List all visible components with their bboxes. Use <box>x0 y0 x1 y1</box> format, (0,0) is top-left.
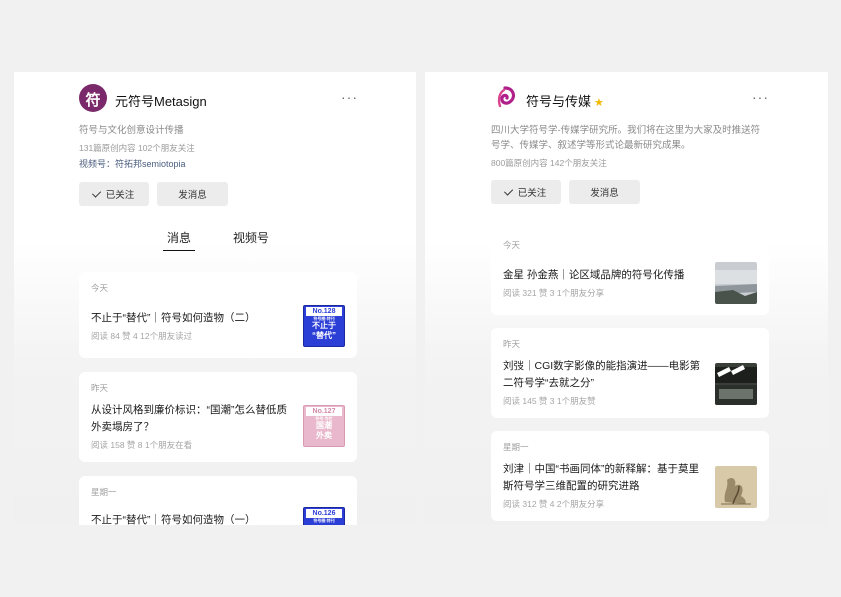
account-avatar[interactable]: 符 <box>79 84 107 112</box>
article-meta: 阅读 84 赞 4 12个朋友读过 <box>91 331 193 341</box>
message-label: 发消息 <box>590 188 619 199</box>
issue-number: No.128 <box>306 307 342 316</box>
follow-button[interactable]: 已关注 <box>491 180 561 204</box>
article-title: 不止于“替代”｜符号如何造物（一） <box>91 514 256 525</box>
account-stats: 131篇原创内容 102个朋友关注 <box>79 143 195 153</box>
thumbnail-line-2: “替代” <box>312 331 336 340</box>
article-text: 刘弢｜CGI数字影像的能指演进——电影第二符号学“去就之分” 阅读 145 赞 … <box>503 358 708 407</box>
date-label: 星期一 <box>503 442 529 452</box>
thumbnail-line-2: 外卖 <box>316 431 332 440</box>
thumbnail-line-1: 不止于 <box>312 321 336 330</box>
follow-label: 已关注 <box>105 190 135 201</box>
article-card[interactable]: 昨天 从设计风格到廉价标识：“国潮”怎么替低质外卖塌房了？ 阅读 158 赞 8… <box>79 372 357 462</box>
issue-subtitle: 符号圈·特刊 <box>313 316 335 321</box>
avatar-glyph: 符 <box>85 92 101 109</box>
issue-number: No.127 <box>306 407 342 416</box>
message-button[interactable]: 发消息 <box>569 180 640 204</box>
follow-label: 已关注 <box>517 188 547 199</box>
article-meta: 阅读 158 赞 8 1个朋友在看 <box>91 440 193 450</box>
account-name: 符号与传媒 ★ <box>526 91 604 110</box>
date-label: 星期一 <box>91 487 117 497</box>
account-stats: 800篇原创内容 142个朋友关注 <box>491 158 607 168</box>
account-avatar[interactable] <box>491 84 519 112</box>
article-thumbnail <box>715 466 757 508</box>
article-title: 金星 孙金燕｜论区域品牌的符号化传播 <box>503 269 685 281</box>
article-meta: 阅读 312 赞 4 2个朋友分享 <box>503 499 605 509</box>
swirl-logo-icon <box>497 86 516 108</box>
article-title: 刘津｜中国“书画同体”的新释解：基于莫里斯符号学三维配置的研究进路 <box>503 463 699 492</box>
article-meta: 阅读 321 赞 3 1个朋友分享 <box>503 288 605 298</box>
account-panel-metasign: 符 元符号Metasign ··· 符号与文化创意设计传播 131篇原创内容 1… <box>14 72 416 525</box>
article-text: 不止于“替代”｜符号如何造物（一） <box>91 512 296 525</box>
article-card[interactable]: 星期一 不止于“替代”｜符号如何造物（一） No.126 符号圈·特刊 <box>79 476 357 525</box>
article-thumbnail <box>715 363 757 405</box>
check-icon <box>503 185 513 196</box>
account-description: 四川大学符号学-传媒学研究所。我们将在这里为大家及时推送符号学、传媒学、叙述学等… <box>491 125 761 151</box>
date-label: 今天 <box>503 240 521 250</box>
issue-subtitle: 符号圈·特刊 <box>313 518 335 523</box>
message-label: 发消息 <box>178 190 207 201</box>
article-title: 从设计风格到廉价标识：“国潮”怎么替低质外卖塌房了？ <box>91 404 287 433</box>
thumbnail-line-1: 国潮 <box>316 421 332 430</box>
issue-subtitle: 符号·专栏 <box>315 416 333 421</box>
article-text: 刘津｜中国“书画同体”的新释解：基于莫里斯符号学三维配置的研究进路 阅读 312… <box>503 461 708 510</box>
article-card[interactable]: 星期一 刘津｜中国“书画同体”的新释解：基于莫里斯符号学三维配置的研究进路 阅读… <box>491 431 769 521</box>
article-thumbnail: No.128 符号圈·特刊 不止于 “替代” <box>303 305 345 347</box>
article-meta: 阅读 145 赞 3 1个朋友赞 <box>503 396 596 406</box>
article-thumbnail: No.127 符号·专栏 国潮 外卖 <box>303 405 345 447</box>
article-text: 金星 孙金燕｜论区域品牌的符号化传播 阅读 321 赞 3 1个朋友分享 <box>503 267 708 299</box>
star-icon: ★ <box>594 97 604 109</box>
article-card[interactable]: 今天 不止于“替代”｜符号如何造物（二） 阅读 84 赞 4 12个朋友读过 N… <box>79 272 357 358</box>
article-text: 不止于“替代”｜符号如何造物（二） 阅读 84 赞 4 12个朋友读过 <box>91 310 296 342</box>
video-channel-link[interactable]: 视频号：符拓邦semiotopia <box>79 157 186 170</box>
date-label: 昨天 <box>503 339 521 349</box>
more-options-icon[interactable]: ··· <box>752 89 769 105</box>
article-card[interactable]: 昨天 刘弢｜CGI数字影像的能指演进——电影第二符号学“去就之分” 阅读 145… <box>491 328 769 418</box>
article-thumbnail <box>715 262 757 304</box>
article-card[interactable]: 今天 金星 孙金燕｜论区域品牌的符号化传播 阅读 321 赞 3 1个朋友分享 <box>491 229 769 315</box>
account-name: 元符号Metasign <box>115 94 207 109</box>
date-label: 昨天 <box>91 383 109 393</box>
date-label: 今天 <box>91 283 109 293</box>
check-icon <box>91 187 101 198</box>
more-options-icon[interactable]: ··· <box>341 89 358 105</box>
follow-button[interactable]: 已关注 <box>79 182 149 206</box>
issue-number: No.126 <box>306 509 342 518</box>
account-panel-semiotics-media: 符号与传媒 ★ ··· 四川大学符号学-传媒学研究所。我们将在这里为大家及时推送符… <box>425 72 828 525</box>
message-button[interactable]: 发消息 <box>157 182 228 206</box>
account-name-text: 符号与传媒 <box>526 94 592 109</box>
article-title: 不止于“替代”｜符号如何造物（二） <box>91 312 256 324</box>
article-thumbnail: No.126 符号圈·特刊 <box>303 507 345 525</box>
tab-video-channel[interactable]: 视频号 <box>233 229 269 246</box>
tab-messages[interactable]: 消息 <box>162 229 196 251</box>
article-title: 刘弢｜CGI数字影像的能指演进——电影第二符号学“去就之分” <box>503 360 701 389</box>
account-description: 符号与文化创意设计传播 <box>79 125 184 136</box>
article-text: 从设计风格到廉价标识：“国潮”怎么替低质外卖塌房了？ 阅读 158 赞 8 1个… <box>91 402 296 451</box>
